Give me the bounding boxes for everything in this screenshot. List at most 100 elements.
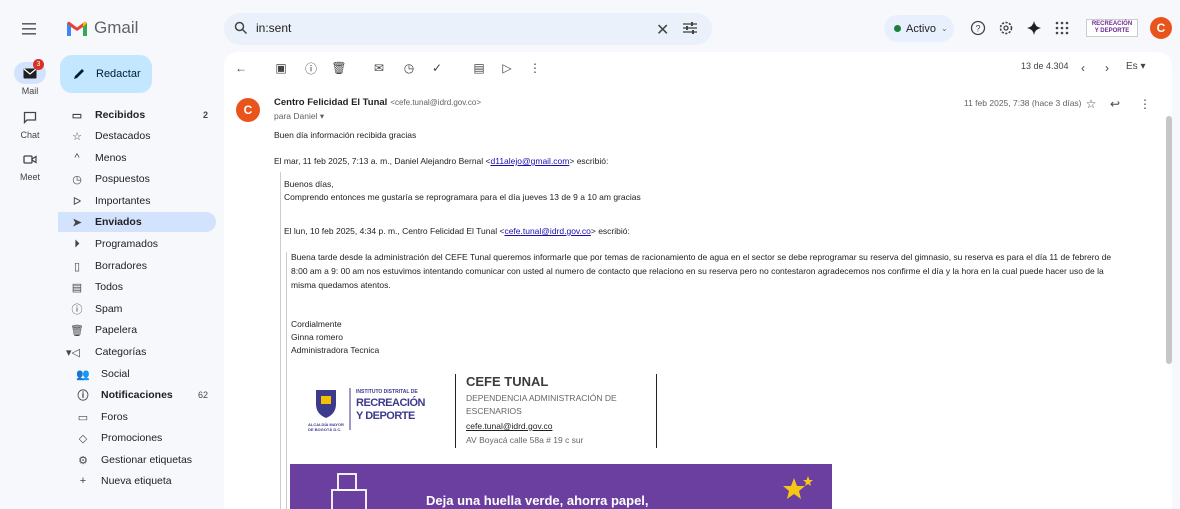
- chat-icon: [23, 111, 37, 124]
- signature-email-link[interactable]: cefe.tunal@idrd.gov.co: [466, 421, 552, 431]
- nav-snoozed[interactable]: ◷ Pospuestos: [58, 169, 216, 189]
- status-selector[interactable]: Activo ⌄: [884, 15, 954, 42]
- idrd-logo: ALCALDÍA MAYOR DE BOGOTÁ D.C. INSTITUTO …: [308, 386, 438, 436]
- nav-social[interactable]: 👥 Social: [58, 364, 216, 384]
- rail-label-meet: Meet: [19, 172, 40, 182]
- sender-avatar[interactable]: C: [236, 98, 260, 122]
- mail-unread-badge: 3: [33, 59, 44, 70]
- nav-less[interactable]: ^ Menos: [58, 148, 216, 168]
- email-date: 11 feb 2025, 7:38 (hace 3 días): [964, 98, 1082, 108]
- banner-text: Deja una huella verde, ahorra papel,: [426, 493, 649, 508]
- search-options-icon[interactable]: [682, 21, 698, 35]
- nav-important[interactable]: ᐅ Importantes: [58, 191, 216, 211]
- hamburger-icon: [22, 23, 36, 35]
- gemini-sparkle-icon[interactable]: [1026, 20, 1042, 36]
- more-options-icon[interactable]: ⋮: [528, 61, 542, 75]
- recipient-details[interactable]: para Daniel ▾: [274, 111, 324, 122]
- search-icon[interactable]: [234, 21, 248, 35]
- pencil-icon: [74, 69, 84, 79]
- signature-divider: [455, 374, 456, 448]
- spam-icon: ⓘ: [71, 304, 83, 316]
- apps-grid-icon[interactable]: [1054, 20, 1070, 36]
- rail-label-chat: Chat: [20, 130, 40, 140]
- chevron-down-icon: ⌄: [940, 24, 948, 33]
- compose-button[interactable]: Redactar: [60, 55, 152, 93]
- nav-trash[interactable]: 🗑 Papelera: [58, 320, 216, 340]
- nav-promotions[interactable]: ◇ Promociones: [58, 428, 216, 448]
- eco-banner: Deja una huella verde, ahorra papel,: [290, 464, 832, 509]
- closing: Cordialmente: [291, 319, 342, 329]
- mark-unread-icon[interactable]: ✉: [372, 61, 386, 75]
- star-icon: ☆: [72, 130, 82, 143]
- nav-drafts[interactable]: ▯ Borradores: [58, 256, 216, 276]
- nav-all-mail[interactable]: ▤ Todos: [58, 277, 216, 297]
- search-input[interactable]: in:sent: [256, 21, 291, 35]
- quote2-body-line1: Buena tarde desde la administración del …: [291, 252, 1112, 262]
- account-avatar[interactable]: C: [1150, 17, 1172, 39]
- quote1-greeting: Buenos días,: [284, 179, 334, 189]
- star-decoration-icon: [783, 476, 813, 499]
- status-label: Activo: [906, 22, 936, 35]
- pagination-count: 13 de 4.304: [1021, 61, 1069, 71]
- inbox-icon: ▭: [71, 109, 83, 122]
- sender-name[interactable]: Centro Felicidad El Tunal <cefe.tunal@idr…: [274, 97, 481, 108]
- rail-chat[interactable]: Chat: [14, 106, 46, 140]
- scrollbar[interactable]: [1166, 116, 1172, 364]
- send-icon: ➤: [72, 216, 82, 229]
- draft-icon: ▯: [73, 260, 81, 273]
- quote2-email-link[interactable]: cefe.tunal@idrd.gov.co: [504, 226, 590, 236]
- nav-manage-labels[interactable]: ⚙ Gestionar etiquetas: [58, 450, 216, 470]
- app-name: Gmail: [94, 18, 139, 37]
- help-icon[interactable]: ?: [970, 20, 986, 36]
- star-email-icon[interactable]: ☆: [1084, 97, 1098, 111]
- nav-forums[interactable]: ▭ Foros: [58, 407, 216, 427]
- report-spam-icon[interactable]: ⓘ: [304, 61, 318, 76]
- nav-starred[interactable]: ☆ Destacados: [58, 126, 216, 146]
- clear-search-icon[interactable]: ✕: [656, 20, 669, 40]
- next-icon[interactable]: ›: [1100, 61, 1114, 75]
- label-tag-icon[interactable]: ▷: [500, 61, 514, 75]
- nav-scheduled[interactable]: ⏵ Programados: [58, 234, 216, 254]
- add-task-icon[interactable]: ✓: [430, 61, 444, 75]
- quote1-email-link[interactable]: d11alejo@gmail.com: [491, 156, 570, 166]
- nav-inbox[interactable]: ▭ Recibidos 2: [58, 105, 216, 125]
- more-email-options-icon[interactable]: ⋮: [1138, 97, 1152, 111]
- signature-title: CEFE TUNAL: [466, 374, 549, 389]
- previous-icon[interactable]: ‹: [1076, 61, 1090, 75]
- input-language-selector[interactable]: Es ▾: [1126, 61, 1145, 72]
- gear-icon: ⚙: [78, 454, 88, 467]
- signature-dependency-1: DEPENDENCIA ADMINISTRACIÓN DE: [466, 393, 617, 403]
- rail-meet[interactable]: Meet: [14, 148, 46, 182]
- compose-label: Redactar: [96, 68, 141, 80]
- rail-mail[interactable]: 3 Mail: [14, 59, 46, 96]
- reply-text: Buen día información recibida gracias: [274, 130, 417, 140]
- printer-icon: [331, 473, 367, 509]
- move-to-icon[interactable]: ▤: [472, 61, 486, 75]
- back-arrow-icon[interactable]: ←: [234, 61, 248, 75]
- snooze-icon[interactable]: ◷: [402, 61, 416, 75]
- signature-divider-right: [656, 374, 657, 448]
- main-menu-button[interactable]: [20, 20, 40, 38]
- quote2-body-line2: 8:00 am a 9: 00 am nos estuvimos intenta…: [291, 266, 1104, 276]
- signer-name: Ginna romero: [291, 332, 343, 342]
- tag-icon: ◇: [78, 432, 88, 445]
- chevron-up-icon: ^: [74, 152, 80, 164]
- nav-sent[interactable]: ➤ Enviados: [58, 212, 216, 232]
- organization-logo[interactable]: RECREACIÓN Y DEPORTE: [1086, 19, 1138, 37]
- signature-dependency-2: ESCENARIOS: [466, 406, 522, 416]
- quote1-body: Comprendo entonces me gustaría se reprog…: [284, 192, 641, 202]
- nav-spam[interactable]: ⓘ Spam: [58, 299, 216, 319]
- reply-icon[interactable]: ↩: [1108, 97, 1122, 111]
- archive-icon[interactable]: ▣: [274, 61, 288, 75]
- settings-icon[interactable]: [998, 20, 1014, 36]
- nav-updates[interactable]: ⓘ Notificaciones 62: [58, 385, 216, 405]
- delete-icon[interactable]: 🗑: [331, 61, 346, 75]
- gmail-logo[interactable]: Gmail: [66, 18, 138, 38]
- gmail-m-icon: [67, 21, 87, 36]
- search-bar[interactable]: in:sent ✕: [224, 13, 712, 45]
- nav-categories[interactable]: ▾◁ Categorías: [58, 342, 216, 362]
- signer-title: Administradora Tecnica: [291, 345, 380, 355]
- quote2-header: El lun, 10 feb 2025, 4:34 p. m., Centro …: [284, 226, 630, 236]
- clock-icon: ◷: [72, 173, 82, 186]
- nav-new-label[interactable]: + Nueva etiqueta: [58, 471, 216, 491]
